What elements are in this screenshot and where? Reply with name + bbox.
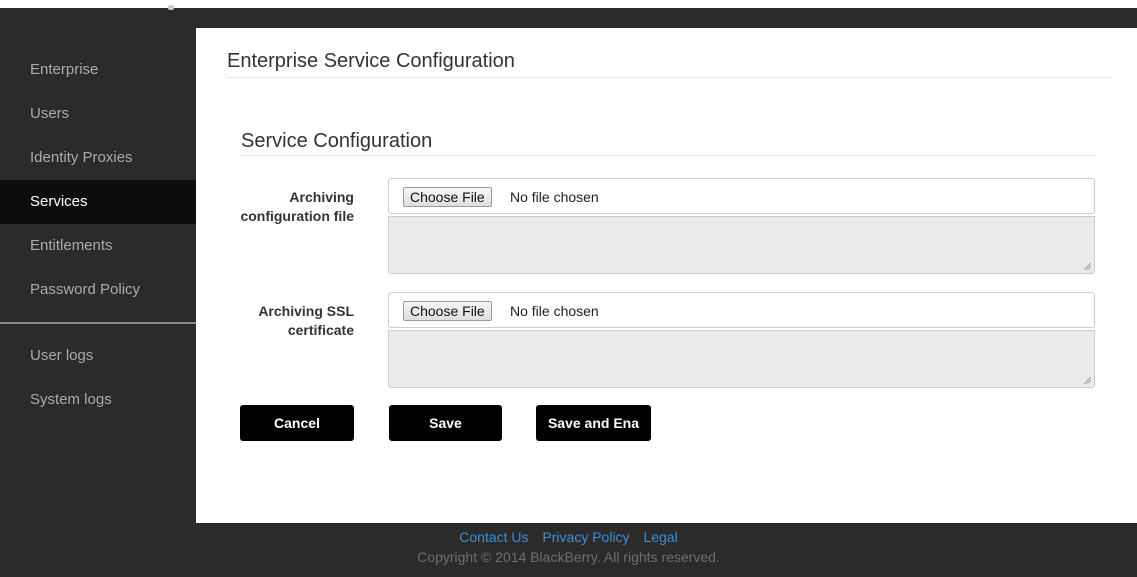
archiving-ssl-file-status: No file chosen <box>510 303 599 319</box>
page-title: Enterprise Service Configuration <box>227 50 515 72</box>
archiving-config-choose-file-button[interactable]: Choose File <box>403 187 492 207</box>
archiving-config-label: Archiving configuration file <box>240 189 354 224</box>
archiving-ssl-textarea[interactable] <box>388 330 1095 388</box>
archiving-config-textarea[interactable] <box>388 216 1095 274</box>
sidebar-item-system-logs[interactable]: System logs <box>0 378 196 422</box>
section-divider <box>241 155 1095 156</box>
cancel-button[interactable]: Cancel <box>240 405 354 441</box>
sidebar-item-enterprise[interactable]: Enterprise <box>0 48 196 92</box>
save-and-enable-button[interactable]: Save and Ena <box>536 405 651 441</box>
section-title: Service Configuration <box>241 130 433 152</box>
logo-fragment <box>168 5 174 10</box>
resize-grip-icon[interactable] <box>1083 376 1091 384</box>
sidebar-item-services[interactable]: Services <box>0 180 196 224</box>
archiving-ssl-label-wrap: Archiving SSL certificate <box>224 302 354 352</box>
footer: Contact Us Privacy Policy Legal Copyrigh… <box>0 523 1137 577</box>
resize-grip-icon[interactable] <box>1083 262 1091 270</box>
legal-link[interactable]: Legal <box>643 529 677 545</box>
archiving-config-file-status: No file chosen <box>510 189 599 205</box>
archiving-ssl-label: Archiving SSL certificate <box>258 303 354 338</box>
save-button[interactable]: Save <box>389 405 502 441</box>
main-content: Enterprise Service Configuration Service… <box>196 28 1137 523</box>
archiving-ssl-file-input[interactable]: Choose File No file chosen <box>388 292 1095 328</box>
sidebar-item-user-logs[interactable]: User logs <box>0 334 196 378</box>
copyright-text: Copyright © 2014 BlackBerry. All rights … <box>417 549 720 565</box>
top-bar <box>0 0 1137 28</box>
archiving-ssl-choose-file-button[interactable]: Choose File <box>403 301 492 321</box>
sidebar-item-identity-proxies[interactable]: Identity Proxies <box>0 136 196 180</box>
privacy-policy-link[interactable]: Privacy Policy <box>542 529 629 545</box>
footer-links: Contact Us Privacy Policy Legal <box>0 529 1137 545</box>
archiving-config-file-input[interactable]: Choose File No file chosen <box>388 178 1095 214</box>
sidebar: Enterprise Users Identity Proxies Servic… <box>0 28 196 523</box>
sidebar-divider <box>0 322 196 324</box>
page-title-divider <box>227 77 1112 78</box>
archiving-config-label-wrap: Archiving configuration file <box>224 188 354 258</box>
contact-us-link[interactable]: Contact Us <box>459 529 528 545</box>
sidebar-item-entitlements[interactable]: Entitlements <box>0 224 196 268</box>
sidebar-item-password-policy[interactable]: Password Policy <box>0 268 196 312</box>
sidebar-item-users[interactable]: Users <box>0 92 196 136</box>
